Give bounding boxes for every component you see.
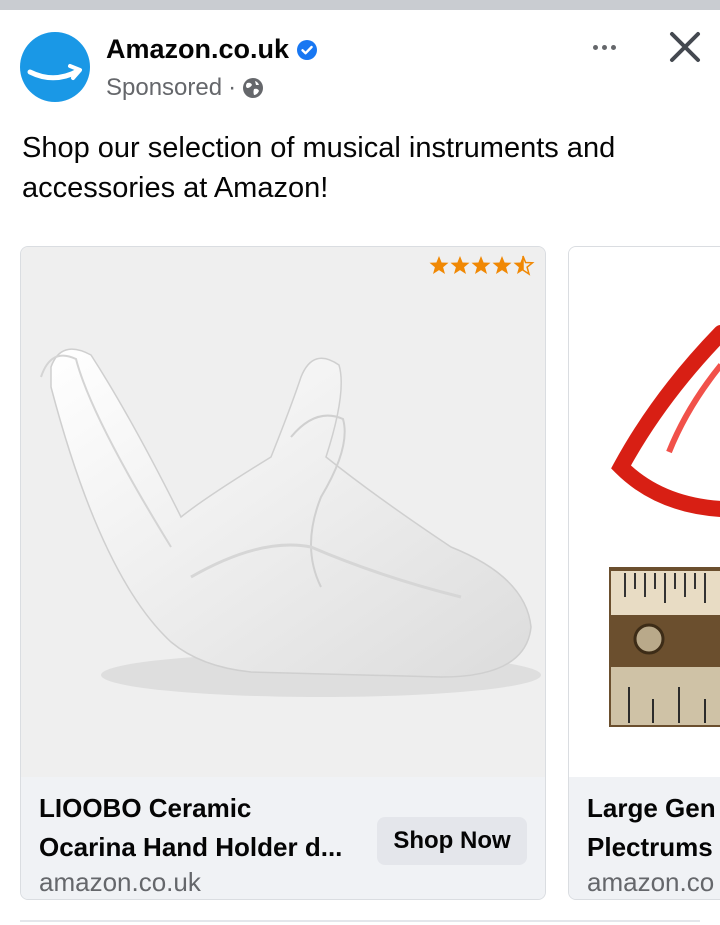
product-title[interactable]: Large Gen Plectrums	[587, 789, 720, 867]
more-dot	[610, 44, 616, 50]
product-domain: amazon.co	[587, 867, 715, 897]
product-image[interactable]	[21, 247, 545, 777]
more-options-button[interactable]	[582, 32, 626, 62]
amazon-logo-avatar[interactable]	[20, 32, 90, 102]
product-card[interactable]: Large Gen Plectrums amazon.co	[568, 246, 720, 900]
product-title-line2[interactable]: Ocarina Hand Holder d...	[39, 828, 369, 867]
post-body-text: Shop our selection of musical instrument…	[22, 132, 616, 204]
meta-separator: ·	[228, 74, 237, 101]
more-dot	[601, 44, 607, 50]
product-title-line1[interactable]: LIOOBO Ceramic	[39, 789, 369, 828]
product-title-line2[interactable]: Plectrums	[587, 828, 720, 867]
product-card-footer: Large Gen Plectrums amazon.co	[569, 777, 720, 899]
product-card[interactable]: LIOOBO Ceramic Ocarina Hand Holder d... …	[20, 246, 546, 900]
more-dots-icon	[592, 44, 598, 50]
product-title-line1[interactable]: Large Gen	[587, 789, 720, 828]
page-name-text[interactable]: Amazon.co.uk	[106, 34, 289, 65]
product-title[interactable]: LIOOBO Ceramic Ocarina Hand Holder d...	[39, 789, 369, 867]
shop-now-button[interactable]: Shop Now	[377, 817, 527, 865]
ceramic-hand-image	[40, 348, 541, 697]
product-carousel[interactable]: LIOOBO Ceramic Ocarina Hand Holder d... …	[0, 244, 720, 904]
star-rating-icon	[429, 255, 535, 276]
verified-badge-icon	[297, 39, 318, 60]
page-name[interactable]: Amazon.co.uk	[106, 34, 318, 65]
globe-icon[interactable]	[242, 77, 264, 99]
post-meta: Sponsored ·	[106, 74, 264, 102]
sponsored-label[interactable]: Sponsored	[106, 74, 222, 102]
guitar-picks-image	[609, 325, 720, 727]
product-card-footer: LIOOBO Ceramic Ocarina Hand Holder d... …	[21, 777, 545, 899]
amazon-smile-logo-icon	[27, 64, 82, 81]
product-image[interactable]	[569, 247, 720, 777]
post-header: Amazon.co.uk Sponsored ·	[0, 10, 720, 120]
bottom-divider	[20, 920, 700, 922]
close-icon	[670, 32, 700, 62]
close-button[interactable]	[664, 26, 706, 68]
product-domain: amazon.co.uk	[39, 867, 201, 897]
top-separator-bar	[0, 0, 720, 10]
